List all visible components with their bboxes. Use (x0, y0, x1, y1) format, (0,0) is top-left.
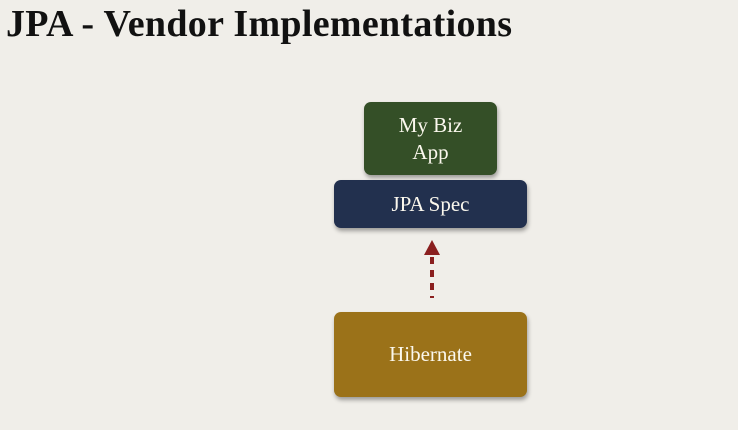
jpa-spec-box: JPA Spec (334, 180, 527, 228)
hibernate-label: Hibernate (389, 342, 472, 366)
dashed-arrow-up-icon (424, 240, 440, 298)
hibernate-box: Hibernate (334, 312, 527, 397)
slide: JPA - Vendor Implementations My Biz App J… (0, 0, 738, 430)
slide-title: JPA - Vendor Implementations (6, 3, 513, 45)
my-biz-app-box: My Biz App (364, 102, 497, 175)
app-label-line2: App (412, 139, 449, 164)
jpa-spec-label: JPA Spec (391, 191, 470, 216)
app-label-line1: My Biz (398, 112, 463, 137)
